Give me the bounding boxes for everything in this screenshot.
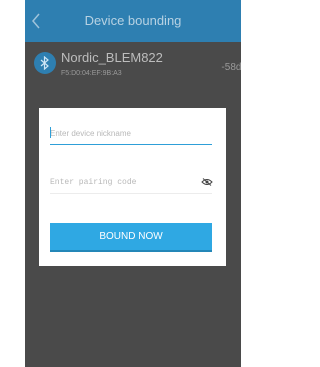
header-bar: Device bounding (25, 0, 241, 42)
device-mac-address: F5:D0:04:EF:9B:A3 (61, 70, 122, 77)
text-cursor (50, 127, 51, 138)
signal-strength: -58db (221, 62, 241, 73)
bluetooth-icon (40, 56, 49, 70)
app-screen: Device bounding Nordic_BLEM822 F5:D0:04:… (25, 0, 241, 367)
pairing-code-input[interactable] (50, 171, 212, 194)
nickname-input[interactable] (50, 122, 212, 145)
bluetooth-badge (34, 52, 56, 74)
pairing-dialog: BOUND NOW (39, 108, 226, 266)
device-list-item[interactable]: Nordic_BLEM822 F5:D0:04:EF:9B:A3 -58db (25, 42, 241, 88)
bound-now-button[interactable]: BOUND NOW (50, 223, 212, 252)
eye-off-icon[interactable] (201, 178, 213, 186)
device-name: Nordic_BLEM822 (61, 50, 163, 65)
page-title: Device bounding (84, 13, 182, 28)
